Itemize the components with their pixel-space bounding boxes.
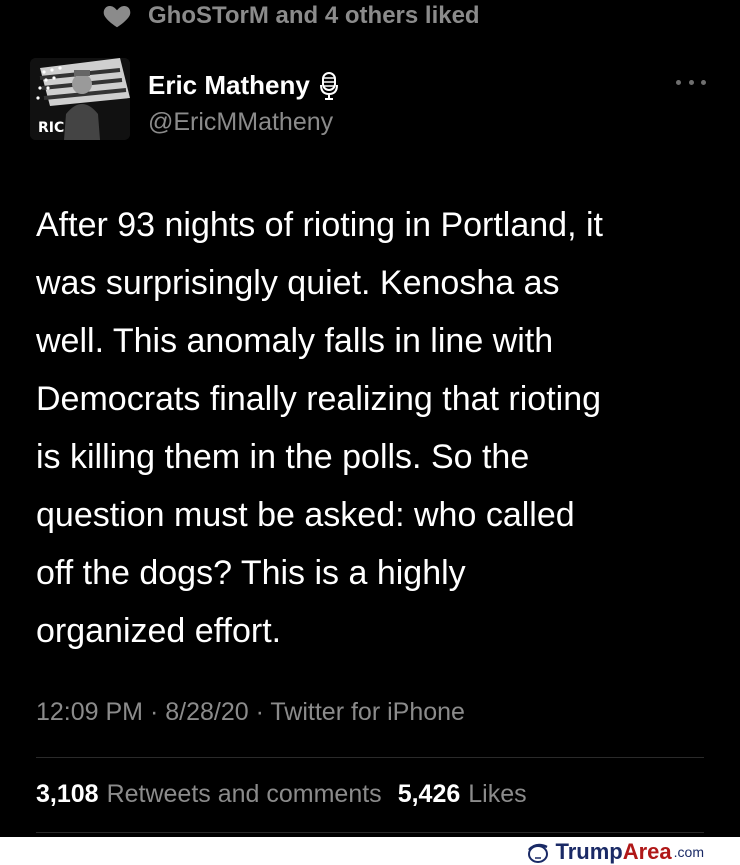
tweet-text: After 93 nights of rioting in Portland, …	[36, 196, 716, 660]
divider	[36, 757, 704, 758]
likes-label[interactable]: Likes	[468, 780, 526, 809]
watermark: Trump Area .com	[526, 839, 704, 865]
tweet-line: organized effort.	[36, 612, 282, 650]
tweet-line: Democrats finally realizing that rioting	[36, 380, 602, 418]
more-dot-icon	[688, 79, 694, 85]
tweet-line: was surprisingly quiet. Kenosha as	[36, 264, 560, 302]
watermark-text-com: .com	[673, 844, 704, 860]
watermark-text-trump: Trump	[555, 839, 623, 864]
microphone-icon	[319, 71, 338, 100]
tweet-line: well. This anomaly falls in line with	[36, 322, 554, 360]
likes-count[interactable]: 5,426	[398, 780, 461, 809]
tweet-line: off the dogs? This is a highly	[36, 554, 466, 592]
social-context[interactable]: GhoSTorM and 4 others liked	[102, 0, 480, 32]
watermark-text-area: Area	[622, 839, 672, 864]
avatar[interactable]: RIC	[30, 58, 130, 140]
more-dot-icon	[676, 79, 681, 85]
user-handle[interactable]: @EricMMatheny	[148, 108, 333, 137]
tweet-line: After 93 nights of rioting in Portland, …	[36, 206, 603, 244]
heart-icon	[103, 6, 131, 28]
more-dot-icon	[701, 79, 706, 85]
display-name[interactable]: Eric Matheny	[148, 70, 310, 101]
more-options-button[interactable]	[676, 74, 706, 90]
tweet-stats: 3,108 Retweets and comments 5,426 Likes	[36, 780, 543, 809]
tweet-line: question must be asked: who called	[36, 496, 575, 534]
liked-by-text: GhoSTorM and 4 others liked	[148, 2, 480, 29]
divider	[36, 832, 704, 833]
retweets-count[interactable]: 3,108	[36, 780, 99, 809]
tweet-timestamp[interactable]: 12:09 PM · 8/28/20 · Twitter for iPhone	[36, 698, 465, 727]
tweet-line: is killing them in the polls. So the	[36, 438, 530, 476]
avatar-label: RIC	[38, 120, 65, 136]
retweets-label[interactable]: Retweets and comments	[107, 780, 382, 809]
author-name-row[interactable]: Eric Matheny	[148, 70, 340, 101]
trump-face-logo-icon	[527, 843, 548, 863]
